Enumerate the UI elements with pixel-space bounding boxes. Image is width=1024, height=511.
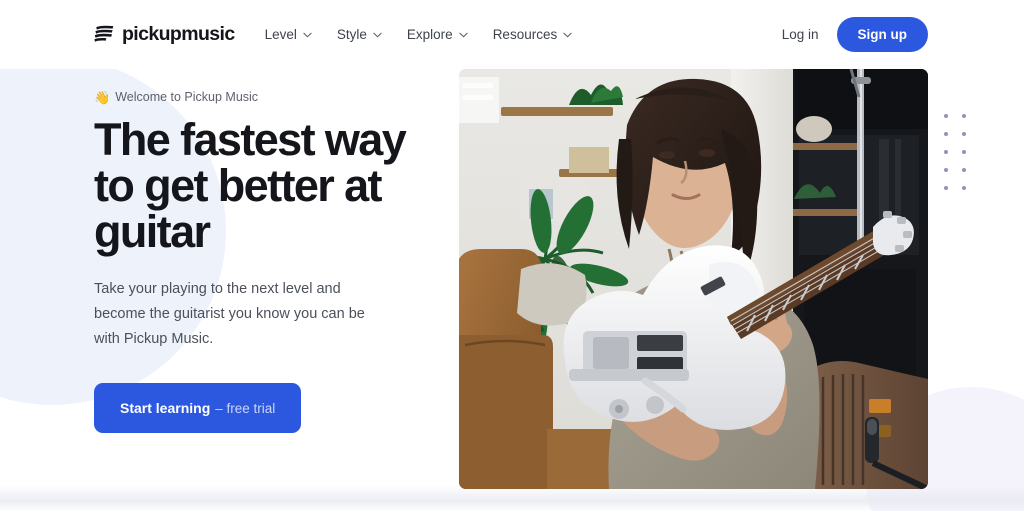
nav-item-resources-label: Resources xyxy=(492,27,558,42)
dot xyxy=(962,132,966,136)
chevron-down-icon xyxy=(373,32,382,38)
dot-grid-icon xyxy=(944,114,980,204)
dot xyxy=(944,132,948,136)
nav-item-explore[interactable]: Explore xyxy=(407,27,468,42)
hero-media xyxy=(459,69,928,489)
chevron-down-icon xyxy=(303,32,312,38)
hero-eyebrow: 👋 Welcome to Pickup Music xyxy=(94,90,424,104)
site-header: pickupmusic Level Style Explore Resource… xyxy=(0,0,1024,69)
nav-item-style[interactable]: Style xyxy=(337,27,382,42)
hero-copy: 👋 Welcome to Pickup Music The fastest wa… xyxy=(94,69,424,489)
dot xyxy=(944,168,948,172)
nav-item-style-label: Style xyxy=(336,27,367,42)
login-link[interactable]: Log in xyxy=(782,27,819,42)
signup-button[interactable]: Sign up xyxy=(836,17,928,52)
main-nav: Level Style Explore Resources xyxy=(265,27,573,42)
hero-subcopy: Take your playing to the next level and … xyxy=(94,280,365,347)
nav-item-explore-label: Explore xyxy=(406,27,453,42)
cta-secondary-label: – free trial xyxy=(215,400,276,416)
hero-photo xyxy=(459,69,928,489)
cta-primary-label: Start learning xyxy=(120,399,211,416)
dot xyxy=(944,114,948,118)
chevron-down-icon xyxy=(563,32,572,38)
chevron-down-icon xyxy=(459,32,468,38)
dot xyxy=(962,150,966,154)
page-title: The fastest way to get better at guitar xyxy=(94,114,407,257)
nav-item-level[interactable]: Level xyxy=(265,27,312,42)
nav-item-level-label: Level xyxy=(264,27,297,42)
hero-section: 👋 Welcome to Pickup Music The fastest wa… xyxy=(0,69,1024,489)
dot xyxy=(962,186,966,190)
logo-text: pickupmusic xyxy=(122,22,235,45)
start-learning-button[interactable]: Start learning – free trial xyxy=(94,382,302,433)
dot xyxy=(944,186,948,190)
page-root: pickupmusic Level Style Explore Resource… xyxy=(0,0,1024,511)
hero-eyebrow-text: Welcome to Pickup Music xyxy=(115,90,259,104)
wave-bars-logo-icon xyxy=(94,25,115,44)
logo[interactable]: pickupmusic xyxy=(94,22,235,45)
waving-hand-icon: 👋 xyxy=(94,89,111,105)
nav-item-resources[interactable]: Resources xyxy=(493,27,573,42)
dot xyxy=(962,168,966,172)
dot xyxy=(962,114,966,118)
dot xyxy=(944,150,948,154)
